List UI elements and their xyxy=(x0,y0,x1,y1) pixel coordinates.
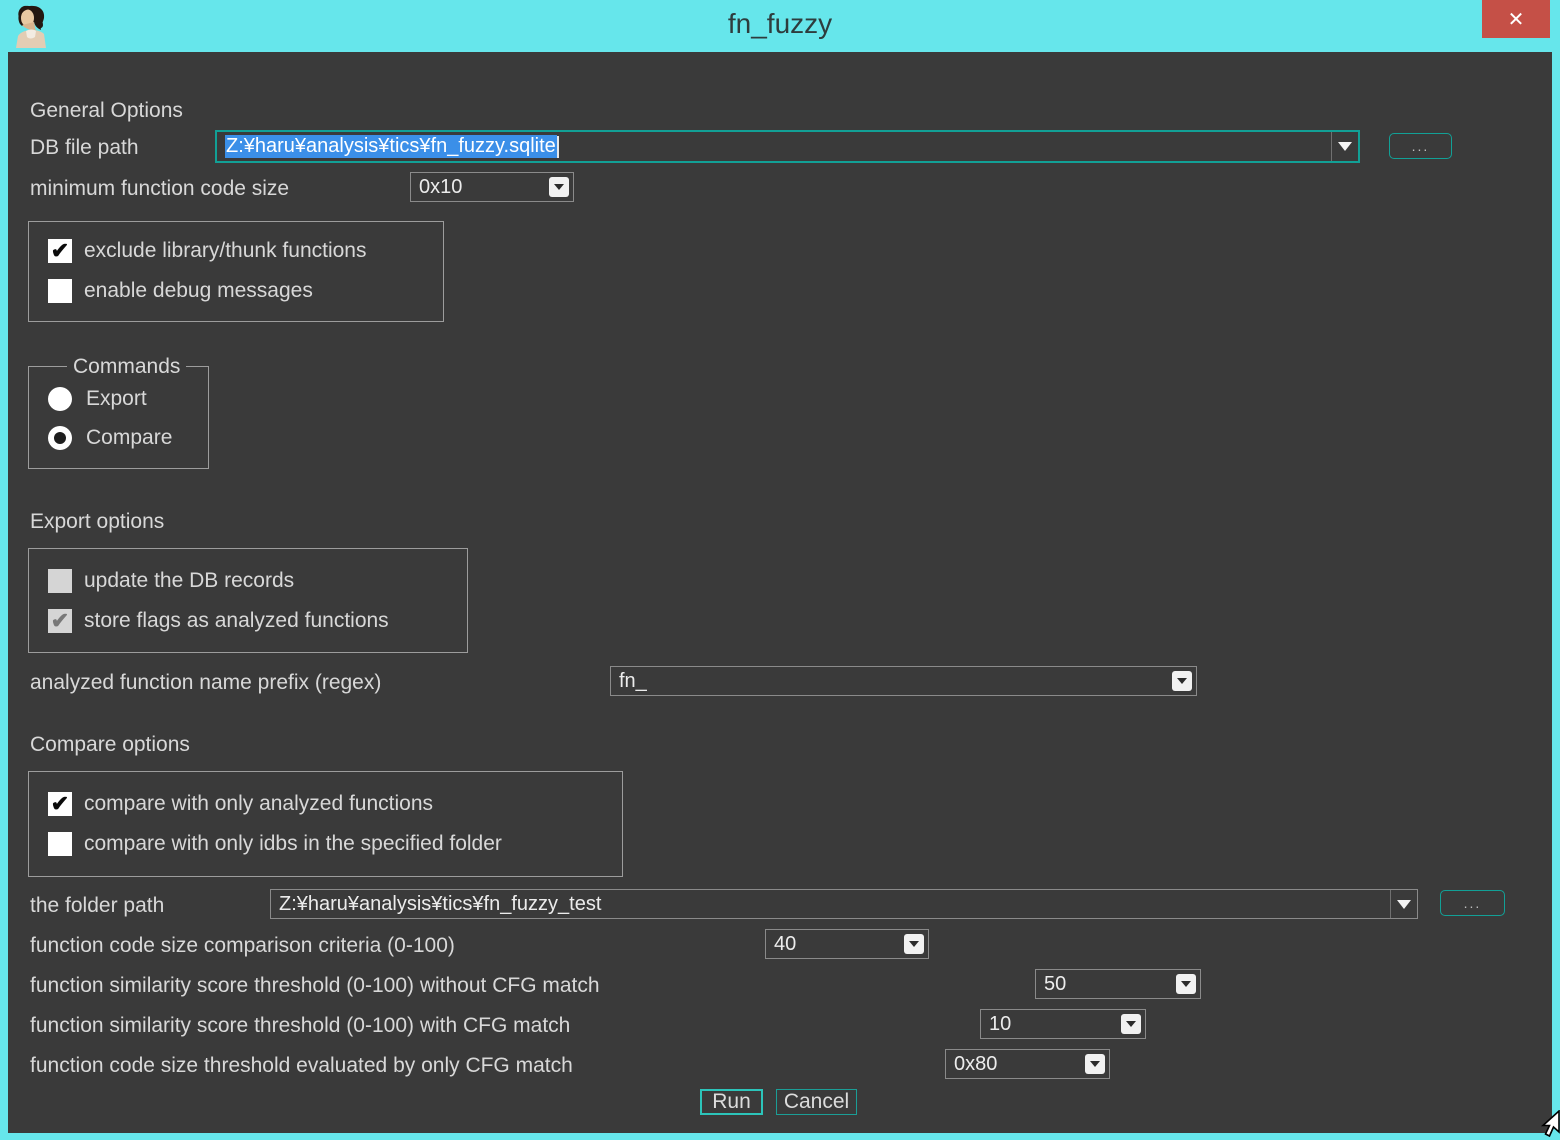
update-db-label: update the DB records xyxy=(84,569,294,593)
score-without-cfg-label: function similarity score threshold (0-1… xyxy=(30,974,600,998)
check-icon: ✔ xyxy=(51,240,69,262)
db-file-path-combo[interactable]: Z:¥haru¥analysis¥tics¥fn_fuzzy.sqlite xyxy=(215,130,1360,163)
name-prefix-value[interactable]: fn_ xyxy=(611,670,1172,693)
db-file-path-browse-button[interactable]: ... xyxy=(1389,133,1452,159)
folder-path-combo[interactable]: Z:¥haru¥analysis¥tics¥fn_fuzzy_test xyxy=(270,889,1418,919)
size-criteria-value[interactable]: 40 xyxy=(766,933,904,956)
title-bar[interactable]: fn_fuzzy ✕ xyxy=(0,0,1560,52)
db-file-path-dropdown-button[interactable] xyxy=(1331,132,1358,161)
export-radio-label: Export xyxy=(86,387,147,411)
only-idbs-checkbox[interactable]: ✔ xyxy=(48,832,72,856)
command-export-row[interactable]: Export xyxy=(48,387,147,411)
mouse-cursor xyxy=(1534,1110,1560,1138)
update-db-checkbox[interactable]: ✔ xyxy=(48,569,72,593)
min-code-size-value[interactable]: 0x10 xyxy=(411,176,549,199)
dialog-window: fn_fuzzy ✕ General Options DB file path … xyxy=(0,0,1560,1140)
chevron-down-icon xyxy=(554,184,564,190)
name-prefix-combo[interactable]: fn_ xyxy=(610,666,1197,696)
score-with-cfg-value[interactable]: 10 xyxy=(981,1013,1121,1036)
general-checkbox-group xyxy=(28,221,444,322)
store-flags-checkbox[interactable]: ✔ xyxy=(48,609,72,633)
text-caret xyxy=(557,136,559,158)
check-icon: ✔ xyxy=(51,610,69,632)
name-prefix-label: analyzed function name prefix (regex) xyxy=(30,671,381,695)
commands-group: Commands xyxy=(28,366,209,469)
close-icon: ✕ xyxy=(1508,7,1525,32)
export-radio[interactable] xyxy=(48,387,72,411)
chevron-down-icon xyxy=(1090,1061,1100,1067)
folder-path-value[interactable]: Z:¥haru¥analysis¥tics¥fn_fuzzy_test xyxy=(271,893,1390,916)
score-without-cfg-dropdown-button[interactable] xyxy=(1176,974,1196,994)
score-without-cfg-value[interactable]: 50 xyxy=(1036,973,1176,996)
chevron-down-icon xyxy=(1181,981,1191,987)
only-idbs-label: compare with only idbs in the specified … xyxy=(84,832,502,856)
folder-path-dropdown-button[interactable] xyxy=(1390,890,1417,918)
update-db-row: ✔ update the DB records xyxy=(48,569,294,593)
section-export-options: Export options xyxy=(30,510,164,534)
compare-radio-label: Compare xyxy=(86,426,172,450)
window-title: fn_fuzzy xyxy=(0,8,1560,40)
size-criteria-dropdown-button[interactable] xyxy=(904,934,924,954)
chevron-down-icon xyxy=(1397,900,1411,909)
score-with-cfg-dropdown-button[interactable] xyxy=(1121,1014,1141,1034)
min-code-size-combo[interactable]: 0x10 xyxy=(410,172,574,202)
store-flags-label: store flags as analyzed functions xyxy=(84,609,389,633)
exclude-library-label: exclude library/thunk functions xyxy=(84,239,367,263)
size-threshold-cfg-dropdown-button[interactable] xyxy=(1085,1054,1105,1074)
db-file-path-label: DB file path xyxy=(30,136,139,160)
exclude-library-checkbox[interactable]: ✔ xyxy=(48,239,72,263)
min-code-size-dropdown-button[interactable] xyxy=(549,177,569,197)
compare-checkbox-group xyxy=(28,771,623,877)
store-flags-row: ✔ store flags as analyzed functions xyxy=(48,609,389,633)
size-threshold-cfg-value[interactable]: 0x80 xyxy=(946,1053,1085,1076)
enable-debug-label: enable debug messages xyxy=(84,279,313,303)
command-compare-row[interactable]: Compare xyxy=(48,426,172,450)
name-prefix-dropdown-button[interactable] xyxy=(1172,671,1192,691)
only-analyzed-row[interactable]: ✔ compare with only analyzed functions xyxy=(48,792,433,816)
min-code-size-label: minimum function code size xyxy=(30,177,289,201)
exclude-library-row[interactable]: ✔ exclude library/thunk functions xyxy=(48,239,367,263)
score-without-cfg-combo[interactable]: 50 xyxy=(1035,969,1201,999)
size-threshold-cfg-label: function code size threshold evaluated b… xyxy=(30,1054,573,1078)
size-threshold-cfg-combo[interactable]: 0x80 xyxy=(945,1049,1110,1079)
only-analyzed-label: compare with only analyzed functions xyxy=(84,792,433,816)
size-criteria-combo[interactable]: 40 xyxy=(765,929,929,959)
only-idbs-row[interactable]: ✔ compare with only idbs in the specifie… xyxy=(48,832,502,856)
folder-path-browse-button[interactable]: ... xyxy=(1440,890,1505,916)
export-checkbox-group xyxy=(28,548,468,653)
db-file-path-value[interactable]: Z:¥haru¥analysis¥tics¥fn_fuzzy.sqlite xyxy=(217,135,1331,158)
section-general-options: General Options xyxy=(30,99,183,123)
cancel-button[interactable]: Cancel xyxy=(776,1089,857,1115)
enable-debug-row[interactable]: ✔ enable debug messages xyxy=(48,279,313,303)
chevron-down-icon xyxy=(909,941,919,947)
close-button[interactable]: ✕ xyxy=(1482,0,1550,38)
check-icon: ✔ xyxy=(51,793,69,815)
folder-path-label: the folder path xyxy=(30,894,164,918)
chevron-down-icon xyxy=(1177,678,1187,684)
run-button[interactable]: Run xyxy=(700,1089,763,1115)
chevron-down-icon xyxy=(1126,1021,1136,1027)
enable-debug-checkbox[interactable]: ✔ xyxy=(48,279,72,303)
chevron-down-icon xyxy=(1338,142,1352,151)
score-with-cfg-combo[interactable]: 10 xyxy=(980,1009,1146,1039)
compare-radio[interactable] xyxy=(48,426,72,450)
commands-group-title: Commands xyxy=(67,355,186,379)
size-criteria-label: function code size comparison criteria (… xyxy=(30,934,455,958)
section-compare-options: Compare options xyxy=(30,733,190,757)
score-with-cfg-label: function similarity score threshold (0-1… xyxy=(30,1014,570,1038)
only-analyzed-checkbox[interactable]: ✔ xyxy=(48,792,72,816)
